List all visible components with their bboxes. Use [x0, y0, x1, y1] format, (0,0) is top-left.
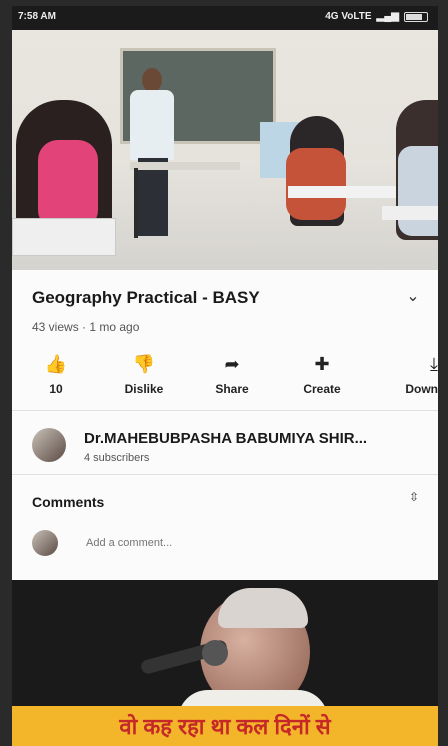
download-label: Down [405, 382, 438, 396]
student-middle-dress [286, 148, 346, 220]
like-button[interactable]: 👍 10 [16, 352, 96, 396]
comments-title: Comments [32, 494, 105, 510]
status-bar: 7:58 AM 4G VoLTE ▂▄▆ [12, 6, 438, 30]
video-player[interactable] [12, 30, 438, 270]
comments-section[interactable]: Comments ⇳ [12, 480, 438, 568]
video-meta: 43 views · 1 mo ago [32, 320, 140, 334]
channel-row[interactable]: Dr.MAHEBUBPASHA BABUMIYA SHIR... 4 subsc… [12, 418, 438, 472]
divider-middle [12, 474, 438, 475]
bench-right [382, 206, 438, 220]
like-count: 10 [49, 382, 63, 396]
teacher-figure-body [130, 90, 174, 160]
classroom-table-leg [134, 168, 138, 238]
dislike-button[interactable]: 👎 Dislike [104, 352, 184, 396]
teacher-figure-head [142, 68, 162, 92]
divider-top [12, 410, 438, 411]
network-label: 4G VoLTE [325, 11, 372, 22]
thumbs-down-icon: 👎 [132, 354, 156, 374]
create-icon: ✚ [314, 354, 330, 374]
student-left-dress [38, 140, 98, 230]
share-button[interactable]: ➦ Share [192, 352, 272, 396]
classroom-table [130, 162, 240, 170]
dislike-label: Dislike [124, 382, 164, 396]
create-label: Create [303, 382, 341, 396]
share-label: Share [215, 382, 249, 396]
expand-comments-icon[interactable]: ⇳ [404, 490, 424, 510]
channel-avatar[interactable] [32, 428, 66, 462]
chevron-down-icon[interactable]: ⌄ [402, 286, 424, 308]
create-button[interactable]: ✚ Create [282, 352, 362, 396]
bench-middle [288, 186, 398, 198]
battery-icon [404, 11, 428, 22]
signal-icon: ▂▄▆ [376, 11, 399, 22]
status-time: 7:58 AM [18, 11, 56, 22]
share-icon: ➦ [224, 354, 240, 374]
next-video-banner: वो कह रहा था कल दिनों से [12, 706, 438, 746]
next-video-thumbnail[interactable]: वो कह रहा था कल दिनों से [12, 580, 438, 746]
comment-input[interactable] [84, 536, 230, 550]
thumbs-up-icon: 👍 [44, 354, 68, 374]
download-icon: ⤓ [430, 354, 438, 374]
student-right-dress [398, 146, 438, 236]
phone-screen: 7:58 AM 4G VoLTE ▂▄▆ Geography Practical… [12, 6, 438, 746]
video-info-panel: Geography Practical - BASY ⌄ 43 views · … [12, 270, 438, 580]
video-title[interactable]: Geography Practical - BASY [32, 288, 260, 308]
bench-left [12, 218, 116, 256]
action-bar: 👍 10 👎 Dislike ➦ Share ✚ Create ⤓ Down [12, 352, 438, 404]
subscriber-count: 4 subscribers [84, 452, 150, 464]
status-right: 4G VoLTE ▂▄▆ [325, 11, 428, 22]
user-avatar [32, 530, 58, 556]
speaker-hair [218, 588, 308, 628]
channel-name[interactable]: Dr.MAHEBUBPASHA BABUMIYA SHIR... [84, 430, 367, 447]
microphone-icon [202, 640, 228, 666]
download-button[interactable]: ⤓ Down [368, 352, 438, 396]
